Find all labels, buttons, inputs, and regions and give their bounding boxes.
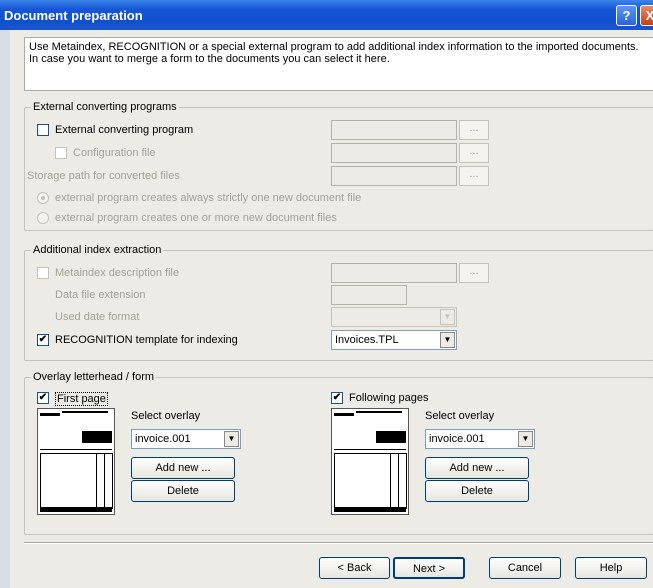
external-program-browse-button: ... xyxy=(459,120,489,140)
first-page-checkbox[interactable]: ✔ xyxy=(37,392,49,404)
storage-path-browse-button: ... xyxy=(459,166,489,186)
metaindex-label: Metaindex description file xyxy=(55,267,180,279)
date-format-label: Used date format xyxy=(55,311,140,323)
one-file-radio xyxy=(37,192,49,204)
first-overlay-select[interactable]: invoice.001 ▼ xyxy=(131,429,241,449)
first-overlay-value: invoice.001 xyxy=(135,433,191,445)
external-programs-group: External converting programs External co… xyxy=(24,101,653,231)
chevron-down-icon: ▼ xyxy=(518,431,533,447)
data-ext-label: Data file extension xyxy=(55,289,146,301)
following-select-overlay-label: Select overlay xyxy=(425,410,495,422)
window-title: Document preparation xyxy=(4,8,143,23)
recognition-label: RECOGNITION template for indexing xyxy=(55,334,238,346)
following-pages-checkbox[interactable]: ✔ xyxy=(331,392,343,404)
more-files-label: external program creates one or more new… xyxy=(55,212,337,224)
following-pages-preview xyxy=(331,408,409,515)
intro-text: Use Metaindex, RECOGNITION or a special … xyxy=(24,37,653,91)
date-format-combo: ▼ xyxy=(331,307,457,327)
following-pages-label: Following pages xyxy=(349,392,429,404)
index-extraction-group: Additional index extraction Metaindex de… xyxy=(24,244,653,361)
first-select-overlay-label: Select overlay xyxy=(131,410,201,422)
footer-separator xyxy=(24,542,653,544)
first-delete-button[interactable]: Delete xyxy=(131,480,235,502)
help-title-button[interactable]: ? xyxy=(616,5,637,26)
next-button[interactable]: Next > xyxy=(393,557,465,579)
more-files-radio xyxy=(37,212,49,224)
first-page-label: First page xyxy=(55,392,108,406)
metaindex-field xyxy=(331,263,457,283)
data-ext-field xyxy=(331,285,407,305)
storage-path-label: Storage path for converted files xyxy=(27,170,180,182)
config-file-label: Configuration file xyxy=(73,147,156,159)
help-button[interactable]: Help xyxy=(575,557,647,579)
external-program-field xyxy=(331,120,457,140)
metaindex-checkbox xyxy=(37,267,49,279)
chevron-down-icon: ▼ xyxy=(224,431,239,447)
recognition-checkbox[interactable]: ✔ xyxy=(37,334,49,346)
following-overlay-value: invoice.001 xyxy=(429,433,485,445)
first-add-new-button[interactable]: Add new ... xyxy=(131,457,235,479)
config-file-browse-button: ... xyxy=(459,143,489,163)
external-programs-title: External converting programs xyxy=(31,101,179,113)
config-file-checkbox xyxy=(55,147,67,159)
following-delete-button[interactable]: Delete xyxy=(425,480,529,502)
overlay-group: Overlay letterhead / form ✔ First page S… xyxy=(24,371,653,535)
storage-path-field xyxy=(331,166,457,186)
following-overlay-select[interactable]: invoice.001 ▼ xyxy=(425,429,535,449)
metaindex-browse-button: ... xyxy=(459,263,489,283)
back-button[interactable]: < Back xyxy=(319,557,390,579)
config-file-field xyxy=(331,143,457,163)
title-bar: Document preparation ? X xyxy=(0,0,653,30)
chevron-down-icon: ▼ xyxy=(440,332,455,348)
recognition-template-select[interactable]: Invoices.TPL ▼ xyxy=(331,330,457,350)
following-add-new-button[interactable]: Add new ... xyxy=(425,457,529,479)
external-program-checkbox[interactable] xyxy=(37,124,49,136)
overlay-title: Overlay letterhead / form xyxy=(31,371,157,383)
first-page-preview xyxy=(37,408,115,515)
external-program-label: External converting program xyxy=(55,124,194,136)
dialog-body: Use Metaindex, RECOGNITION or a special … xyxy=(10,30,653,588)
chevron-down-icon: ▼ xyxy=(440,309,455,325)
cancel-button[interactable]: Cancel xyxy=(489,557,561,579)
index-extraction-title: Additional index extraction xyxy=(31,244,164,256)
close-button[interactable]: X xyxy=(640,5,653,26)
recognition-template-value: Invoices.TPL xyxy=(335,334,399,346)
one-file-label: external program creates always strictly… xyxy=(55,192,362,204)
